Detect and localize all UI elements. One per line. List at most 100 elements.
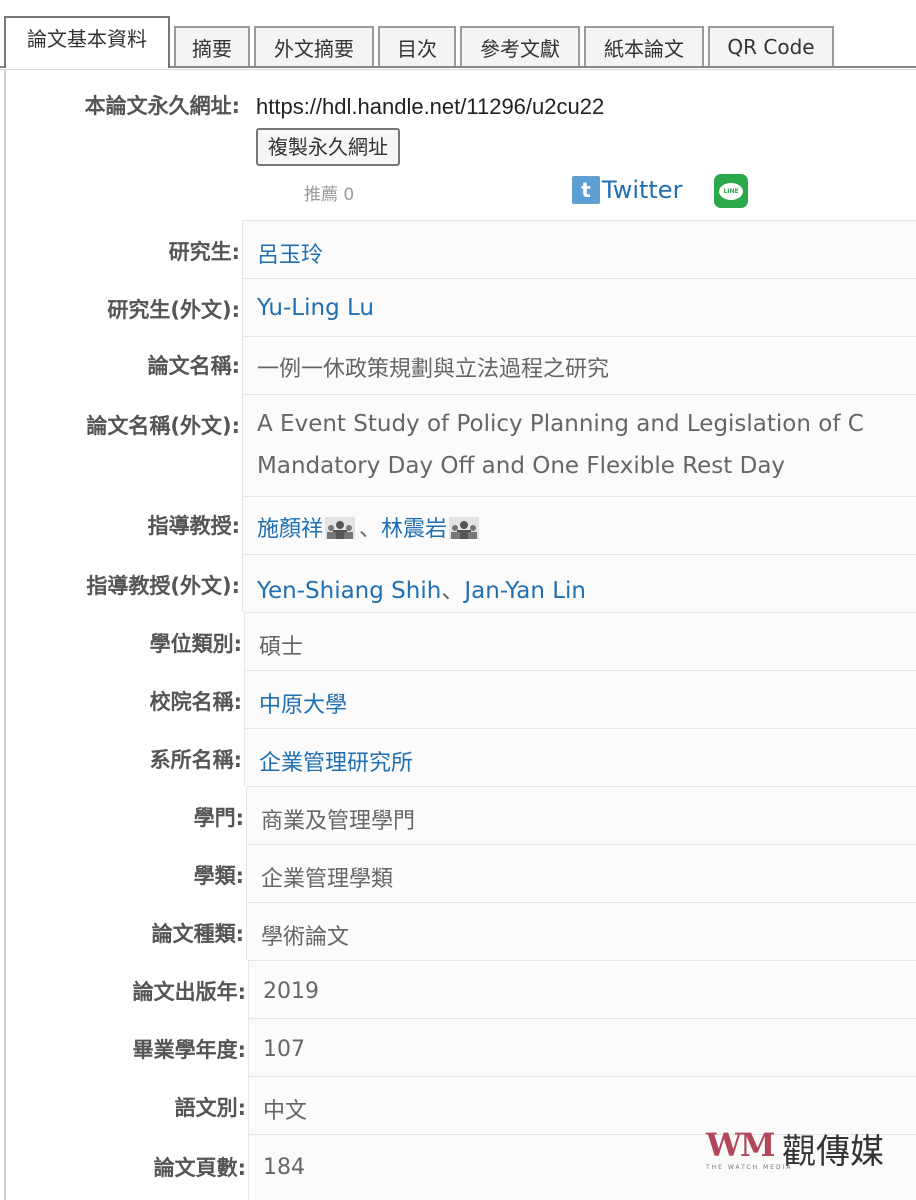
grad-year-label: 畢業學年度: xyxy=(132,1038,246,1062)
degree-label: 學位類別: xyxy=(149,632,242,656)
department-label: 系所名稱: xyxy=(149,748,242,772)
advisor-list: 施顏祥 、林震岩 xyxy=(257,511,483,543)
row-degree: 學位類別: 碩士 xyxy=(6,612,916,670)
tab-label: 外文摘要 xyxy=(274,36,354,61)
permalink-value: https://hdl.handle.net/11296/u2cu22 複製永久… xyxy=(242,72,916,222)
pub-year-label: 論文出版年: xyxy=(132,980,246,1004)
row-student-en: 研究生(外文): Yu-Ling Lu xyxy=(6,278,916,336)
row-title-en: 論文名稱(外文): A Event Study of Policy Planni… xyxy=(6,394,916,496)
tab-label: 論文基本資料 xyxy=(27,26,147,51)
twitter-label: Twitter xyxy=(602,176,683,204)
scholar-icon[interactable] xyxy=(449,517,480,539)
tab-abstract[interactable]: 摘要 xyxy=(174,26,250,66)
tab-label: 參考文獻 xyxy=(480,36,560,61)
permalink-label: 本論文永久網址: xyxy=(84,94,240,118)
row-title: 論文名稱: 一例一休政策規劃與立法過程之研究 xyxy=(6,336,916,394)
watermark-subtitle: THE WATCH MEDIA xyxy=(706,1164,793,1171)
advisor-en-2-link[interactable]: Jan-Yan Lin xyxy=(464,578,586,604)
row-grad-year: 畢業學年度: 107 xyxy=(6,1018,916,1076)
school-label: 校院名稱: xyxy=(149,690,242,714)
discipline-label: 學門: xyxy=(193,806,244,830)
tab-label: 紙本論文 xyxy=(604,36,684,61)
category-value: 企業管理學類 xyxy=(246,844,916,902)
tab-label: 目次 xyxy=(397,36,437,61)
line-share-icon[interactable]: LINE xyxy=(714,174,748,208)
twitter-share-link[interactable]: t Twitter xyxy=(572,176,682,204)
category-text: 企業管理學類 xyxy=(261,867,394,892)
advisor-en-separator: 、 xyxy=(441,578,465,604)
tab-label: QR Code xyxy=(727,35,815,59)
line-icon-text: LINE xyxy=(719,182,743,200)
school-value: 中原大學 xyxy=(244,670,916,728)
pub-year-value: 2019 xyxy=(248,960,916,1018)
degree-value: 碩士 xyxy=(244,612,916,670)
advisor-value: 施顏祥 、林震岩 xyxy=(242,496,916,554)
student-en-link[interactable]: Yu-Ling Lu xyxy=(257,295,374,321)
row-category: 學類: 企業管理學類 xyxy=(6,844,916,902)
tab-foreign-abstract[interactable]: 外文摘要 xyxy=(254,26,374,66)
recommend-count[interactable]: 推薦 0 xyxy=(304,180,354,205)
department-value: 企業管理研究所 xyxy=(244,728,916,786)
title-label: 論文名稱: xyxy=(147,354,240,378)
department-link[interactable]: 企業管理研究所 xyxy=(259,745,413,777)
row-student: 研究生: 呂玉玲 xyxy=(6,220,916,278)
tab-toc[interactable]: 目次 xyxy=(378,26,456,66)
title-en-line2: Mandatory Day Off and One Flexible Rest … xyxy=(257,453,786,479)
tab-basic-info[interactable]: 論文基本資料 xyxy=(4,16,170,68)
title-en-value: A Event Study of Policy Planning and Leg… xyxy=(242,394,916,496)
row-discipline: 學門: 商業及管理學門 xyxy=(6,786,916,844)
advisor-label: 指導教授: xyxy=(147,514,240,538)
row-advisor: 指導教授: 施顏祥 、林震岩 xyxy=(6,496,916,554)
advisor-en-1-link[interactable]: Yen-Shiang Shih xyxy=(257,578,441,604)
thesis-type-value: 學術論文 xyxy=(246,902,916,960)
student-link[interactable]: 呂玉玲 xyxy=(257,237,323,269)
advisor-en-list: Yen-Shiang Shih、Jan-Yan Lin xyxy=(257,571,586,605)
pages-label: 論文頁數: xyxy=(153,1156,246,1180)
thesis-type-label: 論文種類: xyxy=(151,922,244,946)
grad-year-value: 107 xyxy=(248,1018,916,1076)
discipline-value: 商業及管理學門 xyxy=(246,786,916,844)
tab-references[interactable]: 參考文獻 xyxy=(460,26,580,66)
tab-bar: 論文基本資料 摘要 外文摘要 目次 參考文獻 紙本論文 QR Code xyxy=(0,0,916,70)
student-label: 研究生: xyxy=(168,240,240,264)
discipline-text: 商業及管理學門 xyxy=(261,809,416,834)
permalink-url[interactable]: https://hdl.handle.net/11296/u2cu22 xyxy=(256,94,604,120)
tab-print-thesis[interactable]: 紙本論文 xyxy=(584,26,704,66)
advisor-1-link[interactable]: 施顏祥 xyxy=(257,517,323,542)
advisor-2-link[interactable]: 林震岩 xyxy=(381,517,447,542)
thesis-type-text: 學術論文 xyxy=(261,925,350,950)
twitter-icon: t xyxy=(572,176,600,204)
language-label: 語文別: xyxy=(174,1096,246,1120)
title-en-label: 論文名稱(外文): xyxy=(86,414,240,438)
scholar-icon[interactable] xyxy=(325,517,356,539)
row-permalink: 本論文永久網址: https://hdl.handle.net/11296/u2… xyxy=(6,72,916,222)
degree-text: 碩士 xyxy=(259,635,304,660)
advisor-separator: 、 xyxy=(359,517,382,542)
watermark: WM 觀傳媒 THE WATCH MEDIA xyxy=(706,1122,906,1178)
school-link[interactable]: 中原大學 xyxy=(259,687,347,719)
advisor-en-label: 指導教授(外文): xyxy=(86,574,240,598)
row-pub-year: 論文出版年: 2019 xyxy=(6,960,916,1018)
watermark-chinese: 觀傳媒 xyxy=(782,1132,884,1172)
language-text: 中文 xyxy=(263,1099,308,1124)
student-value: 呂玉玲 xyxy=(242,220,916,278)
tab-label: 摘要 xyxy=(192,36,232,61)
pub-year-text: 2019 xyxy=(263,979,319,1004)
student-en-value: Yu-Ling Lu xyxy=(242,278,916,336)
category-label: 學類: xyxy=(193,864,244,888)
grad-year-text: 107 xyxy=(263,1037,305,1062)
watermark-logo: WM xyxy=(706,1126,775,1164)
row-school: 校院名稱: 中原大學 xyxy=(6,670,916,728)
title-value: 一例一休政策規劃與立法過程之研究 xyxy=(242,336,916,394)
advisor-en-value: Yen-Shiang Shih、Jan-Yan Lin xyxy=(242,554,916,612)
title-text: 一例一休政策規劃與立法過程之研究 xyxy=(257,357,610,382)
row-advisor-en: 指導教授(外文): Yen-Shiang Shih、Jan-Yan Lin xyxy=(6,554,916,612)
copy-permalink-button[interactable]: 複製永久網址 xyxy=(256,128,400,166)
pages-text: 184 xyxy=(263,1155,305,1180)
row-thesis-type: 論文種類: 學術論文 xyxy=(6,902,916,960)
student-en-label: 研究生(外文): xyxy=(107,298,240,322)
tab-qr-code[interactable]: QR Code xyxy=(708,26,834,66)
thesis-detail-table: 本論文永久網址: https://hdl.handle.net/11296/u2… xyxy=(4,70,916,1200)
title-en-line1: A Event Study of Policy Planning and Leg… xyxy=(257,411,864,437)
row-department: 系所名稱: 企業管理研究所 xyxy=(6,728,916,786)
